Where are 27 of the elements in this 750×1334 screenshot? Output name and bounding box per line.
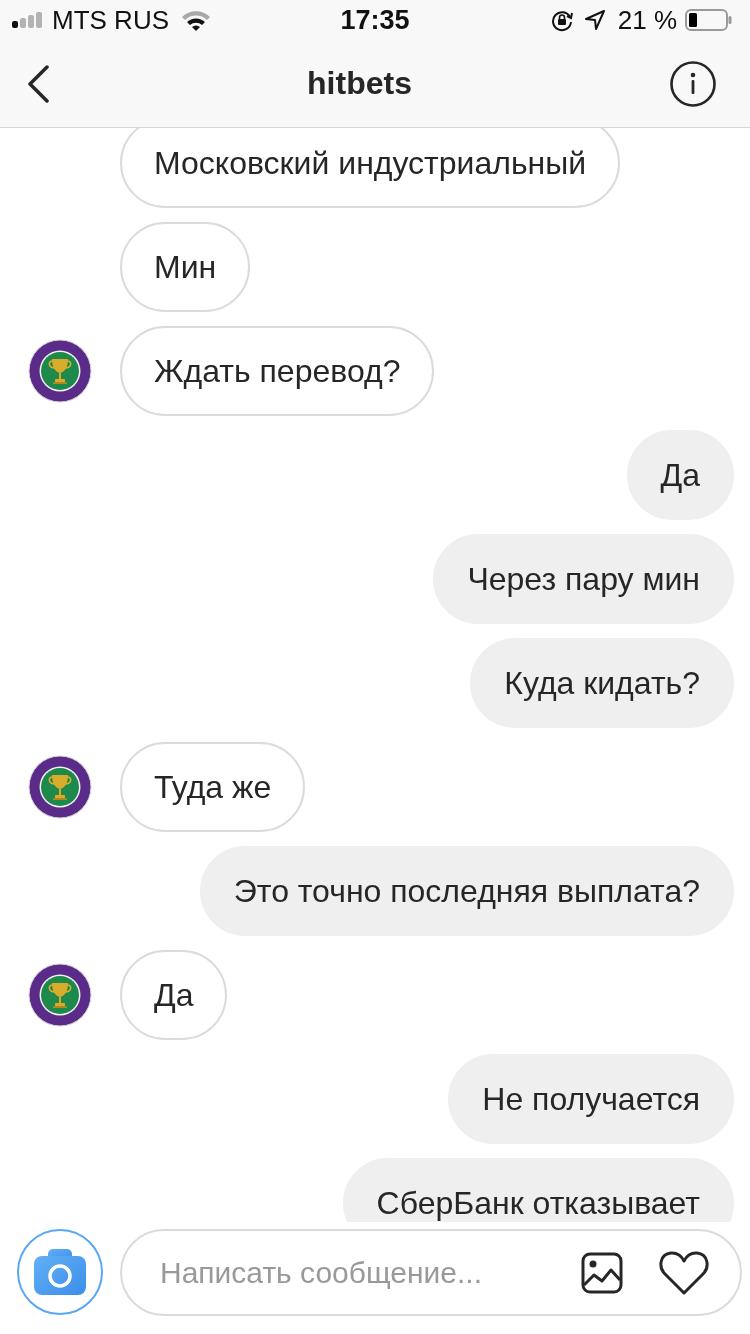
message-field[interactable]: Написать сообщение...: [120, 1229, 742, 1316]
signal-icon: [12, 12, 42, 28]
message-bubble: Ждать перевод?: [120, 326, 435, 416]
location-arrow-icon: [583, 9, 606, 31]
carrier-name: MTS RUS: [52, 5, 169, 35]
wifi-icon: [181, 9, 211, 31]
message-bubble: Мин: [120, 222, 251, 312]
info-icon[interactable]: [670, 60, 716, 107]
message-bubble: Туда же: [120, 742, 306, 832]
message-bubble: СберБанк отказывает: [342, 1158, 734, 1222]
message-bubble: Куда кидать?: [470, 638, 734, 728]
rotation-lock-icon: [549, 8, 574, 32]
message-bubble: Через пару мин: [433, 534, 734, 624]
chat-title: hitbets: [307, 65, 412, 102]
camera-icon: [34, 1249, 86, 1295]
message-bubble: Не получается: [448, 1054, 734, 1144]
battery-icon: [685, 9, 732, 31]
message-bubble: Московский индустриальный: [120, 128, 621, 208]
status-time: 17:35: [340, 5, 410, 35]
battery-percent: 21 %: [617, 5, 677, 35]
message-bubble: Да: [120, 950, 228, 1040]
message-bubble: Это точно последняя выплата?: [199, 846, 734, 936]
message-bubble: Да: [626, 430, 734, 520]
heart-icon[interactable]: [658, 1249, 710, 1296]
message-input[interactable]: Написать сообщение...: [160, 1252, 546, 1293]
picture-icon[interactable]: [581, 1251, 623, 1294]
back-icon[interactable]: [27, 64, 49, 103]
